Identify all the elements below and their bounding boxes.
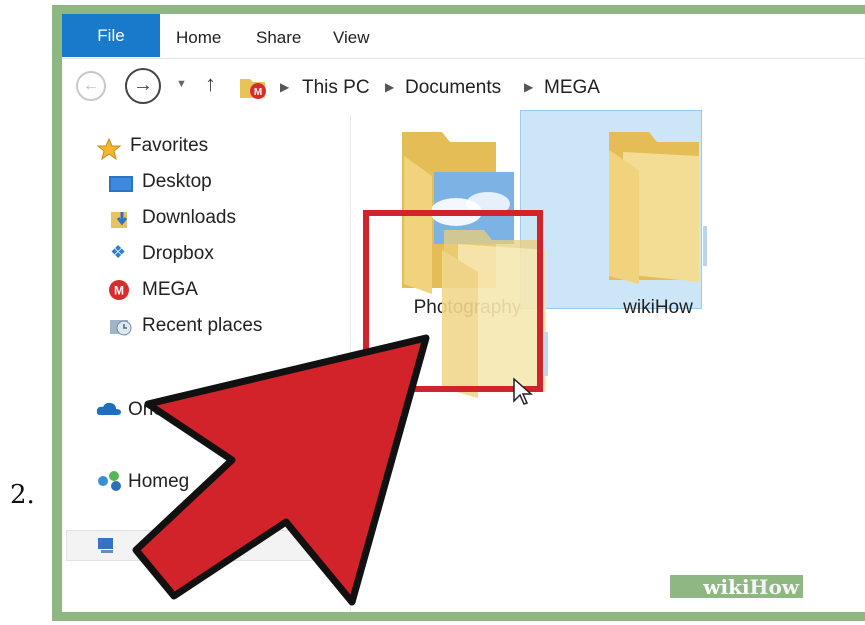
tab-home[interactable]: Home [176,28,221,48]
wikihow-watermark: wikiHow [670,575,803,599]
computer-icon [98,538,113,553]
dropbox-icon: ❖ [110,242,127,262]
breadcrumb-mega[interactable]: MEGA [544,77,600,99]
breadcrumb-this-pc[interactable]: This PC [302,77,370,99]
downloads-icon [111,212,128,228]
sidebar-item-downloads[interactable]: Downloads [142,207,236,229]
mega-folder-icon: M [240,79,266,99]
step-number: 2. [10,480,35,510]
star-icon [97,138,121,160]
homegroup-icon [98,471,121,491]
ribbon: File Home Share View [62,14,865,59]
breadcrumb-separator-icon: ▶ [385,80,395,94]
cursor-arrow-icon [513,377,533,405]
breadcrumb-documents[interactable]: Documents [405,77,501,99]
back-button[interactable]: ← [76,71,106,101]
onedrive-icon [96,402,121,415]
recent-locations-chevron-icon[interactable]: ▼ [176,78,187,90]
forward-button[interactable]: → [125,68,161,104]
desktop-icon [109,176,133,192]
tab-view[interactable]: View [333,28,370,48]
sidebar-item-favorites[interactable]: Favorites [130,135,208,157]
breadcrumb-separator-icon: ▶ [280,80,290,94]
annotation-arrow-icon [132,334,430,606]
folder-icon [609,132,707,284]
svg-text:M: M [254,87,262,98]
sidebar-item-mega[interactable]: MEGA [142,279,198,301]
breadcrumb-separator-icon: ▶ [524,80,534,94]
up-arrow-icon[interactable]: ↑ [205,71,216,97]
folder-label: wikiHow [623,297,693,318]
svg-text:M: M [114,284,124,298]
tab-file[interactable]: File [62,14,160,57]
watermark-text: wikiHow [703,575,799,599]
sidebar-item-dropbox[interactable]: Dropbox [142,243,214,265]
sidebar-item-desktop[interactable]: Desktop [142,171,212,193]
mega-icon: M [109,280,129,300]
tab-share[interactable]: Share [256,28,301,48]
